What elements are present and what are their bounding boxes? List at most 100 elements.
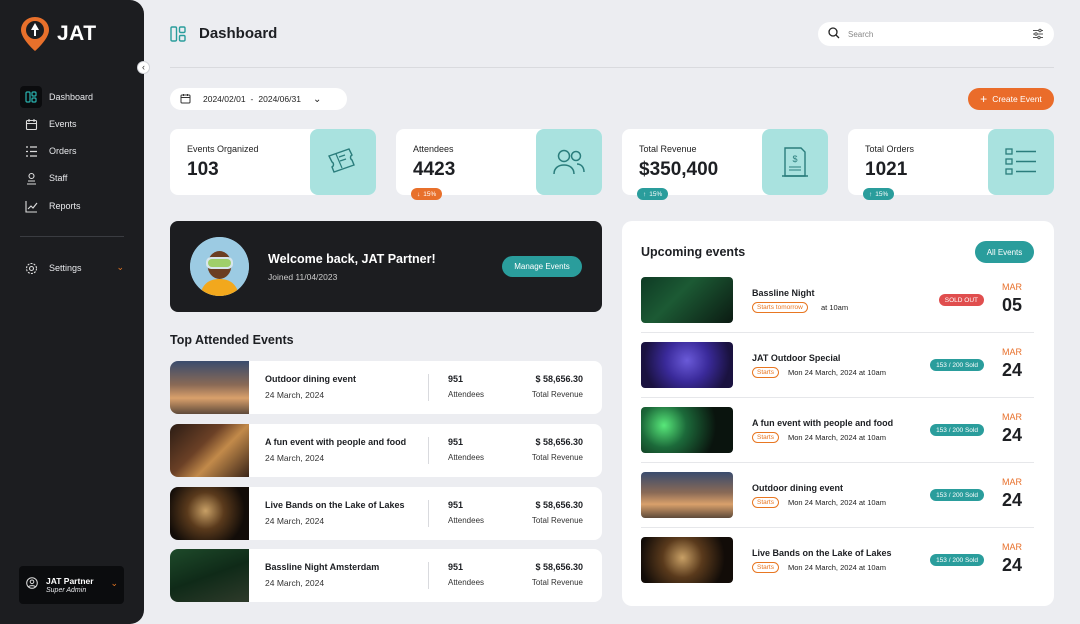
manage-events-button[interactable]: Manage Events — [502, 256, 582, 277]
create-event-label: Create Event — [992, 94, 1042, 104]
event-month: MAR — [1002, 347, 1022, 357]
attendee-count: 951 — [448, 562, 464, 572]
event-month: MAR — [1002, 542, 1022, 552]
change-badge-attendees: ↓ 15% — [411, 188, 443, 200]
upcoming-event-row[interactable]: A fun event with people and food Starts … — [641, 398, 1034, 463]
attendee-label: Attendees — [448, 516, 485, 525]
revenue-value: $ 58,656.30 — [535, 500, 583, 510]
avatar — [190, 237, 249, 296]
attendee-label: Attendees — [448, 453, 485, 462]
stat-label: Total Orders — [865, 144, 915, 154]
attendee-label: Attendees — [448, 390, 485, 399]
stat-label: Total Revenue — [639, 144, 697, 154]
arrow-up-icon: ↑ — [869, 190, 873, 198]
upcoming-title: Upcoming events — [641, 245, 746, 259]
filter-sliders-icon[interactable] — [1032, 28, 1044, 42]
header-divider — [170, 67, 1054, 68]
event-name: A fun event with people and food — [752, 418, 894, 428]
sidebar-item-dashboard[interactable]: Dashboard — [20, 86, 124, 108]
sidebar-item-label: Orders — [49, 146, 77, 156]
revenue-label: Total Revenue — [531, 578, 583, 587]
sidebar-item-staff[interactable]: Staff — [20, 167, 124, 189]
sold-count-badge: 153 / 200 Sold — [930, 424, 984, 436]
upcoming-event-row[interactable]: Outdoor dining event Starts Mon 24 March… — [641, 463, 1034, 528]
attendee-count: 951 — [448, 437, 464, 447]
sidebar-item-settings[interactable]: Settings ⌄ — [20, 257, 124, 279]
top-events-title: Top Attended Events — [170, 333, 294, 347]
calendar-icon — [180, 93, 191, 106]
arrow-up-icon: ↑ — [643, 190, 647, 198]
top-event-row[interactable]: Outdoor dining event 24 March, 2024 951 … — [170, 361, 602, 414]
top-event-row[interactable]: Bassline Night Amsterdam 24 March, 2024 … — [170, 549, 602, 602]
user-role: Super Admin — [46, 587, 87, 594]
change-badge-orders: ↑ 15% — [863, 188, 895, 200]
change-value: 15% — [423, 190, 437, 198]
stat-label: Events Organized — [187, 144, 259, 154]
search-placeholder: Search — [848, 29, 874, 39]
event-name: A fun event with people and food — [265, 437, 407, 447]
date-range-picker[interactable]: 2024/02/01 - 2024/06/31 ⌄ — [170, 88, 347, 110]
revenue-label: Total Revenue — [531, 453, 583, 462]
revenue-label: Total Revenue — [531, 390, 583, 399]
revenue-label: Total Revenue — [531, 516, 583, 525]
change-value: 15% — [875, 190, 889, 198]
upcoming-event-row[interactable]: JAT Outdoor Special Starts Mon 24 March,… — [641, 333, 1034, 398]
sidebar-item-label: Dashboard — [49, 92, 94, 102]
dashboard-icon — [20, 86, 42, 108]
top-event-row[interactable]: Live Bands on the Lake of Lakes 24 March… — [170, 487, 602, 540]
user-name: JAT Partner — [46, 576, 94, 586]
sidebar-item-label: Events — [49, 119, 77, 129]
user-icon — [26, 576, 38, 594]
event-time: at 10am — [821, 303, 849, 312]
arrow-down-icon: ↓ — [417, 190, 421, 198]
stat-card-events: Events Organized 103 — [170, 129, 376, 195]
event-name: Live Bands on the Lake of Lakes — [752, 548, 892, 558]
event-name: Outdoor dining event — [752, 483, 843, 493]
revenue-value: $ 58,656.30 — [535, 437, 583, 447]
start-pill: Starts tomorrow — [752, 302, 808, 313]
brand-logo[interactable]: JAT — [19, 16, 97, 52]
users-icon — [536, 129, 602, 195]
create-event-button[interactable]: + Create Event — [968, 88, 1054, 110]
sold-count-badge: 153 / 200 Sold — [930, 554, 984, 566]
upcoming-events-panel: Upcoming events All Events Bassline Nigh… — [622, 221, 1054, 606]
all-events-button[interactable]: All Events — [975, 241, 1034, 263]
brand-name: JAT — [57, 22, 97, 45]
sidebar: JAT ‹ Dashboard Events Orders Staff Repo… — [0, 0, 150, 624]
joined-date: Joined 11/04/2023 — [268, 272, 338, 282]
event-thumbnail — [641, 342, 733, 388]
sidebar-item-reports[interactable]: Reports — [20, 195, 124, 217]
attendee-count: 951 — [448, 374, 464, 384]
svg-text:$: $ — [792, 154, 797, 164]
date-to: 2024/06/31 — [258, 94, 301, 104]
sidebar-item-orders[interactable]: Orders — [20, 140, 124, 162]
event-thumbnail — [170, 361, 249, 414]
event-time: Mon 24 March, 2024 at 10am — [788, 563, 886, 572]
row-divider — [428, 374, 429, 401]
upcoming-event-row[interactable]: Live Bands on the Lake of Lakes Starts M… — [641, 528, 1034, 593]
start-pill: Starts — [752, 367, 779, 378]
stat-label: Attendees — [413, 144, 454, 154]
stat-value: 4423 — [413, 159, 456, 180]
map-pin-logo-icon — [21, 17, 49, 51]
start-pill: Starts — [752, 497, 779, 508]
sidebar-item-events[interactable]: Events — [20, 113, 124, 135]
event-time: Mon 24 March, 2024 at 10am — [788, 498, 886, 507]
user-menu[interactable]: JAT Partner Super Admin ⌄ — [19, 566, 124, 604]
event-time: Mon 24 March, 2024 at 10am — [788, 433, 886, 442]
event-thumbnail — [641, 407, 733, 453]
row-divider — [428, 562, 429, 589]
event-name: JAT Outdoor Special — [752, 353, 841, 363]
sidebar-item-label: Settings — [49, 263, 82, 273]
upcoming-event-row[interactable]: Bassline Night Starts tomorrow at 10am S… — [641, 268, 1034, 333]
event-thumbnail — [641, 472, 733, 518]
chevron-down-icon: ⌄ — [312, 93, 322, 105]
ticket-icon — [310, 129, 376, 195]
start-pill: Starts — [752, 432, 779, 443]
top-event-row[interactable]: A fun event with people and food 24 Marc… — [170, 424, 602, 477]
search-input[interactable]: Search — [818, 22, 1054, 46]
event-date: 24 March, 2024 — [265, 516, 325, 526]
collapse-sidebar-button[interactable]: ‹ — [137, 61, 150, 74]
event-thumbnail — [641, 537, 733, 583]
welcome-card: Welcome back, JAT Partner! Joined 11/04/… — [170, 221, 602, 312]
